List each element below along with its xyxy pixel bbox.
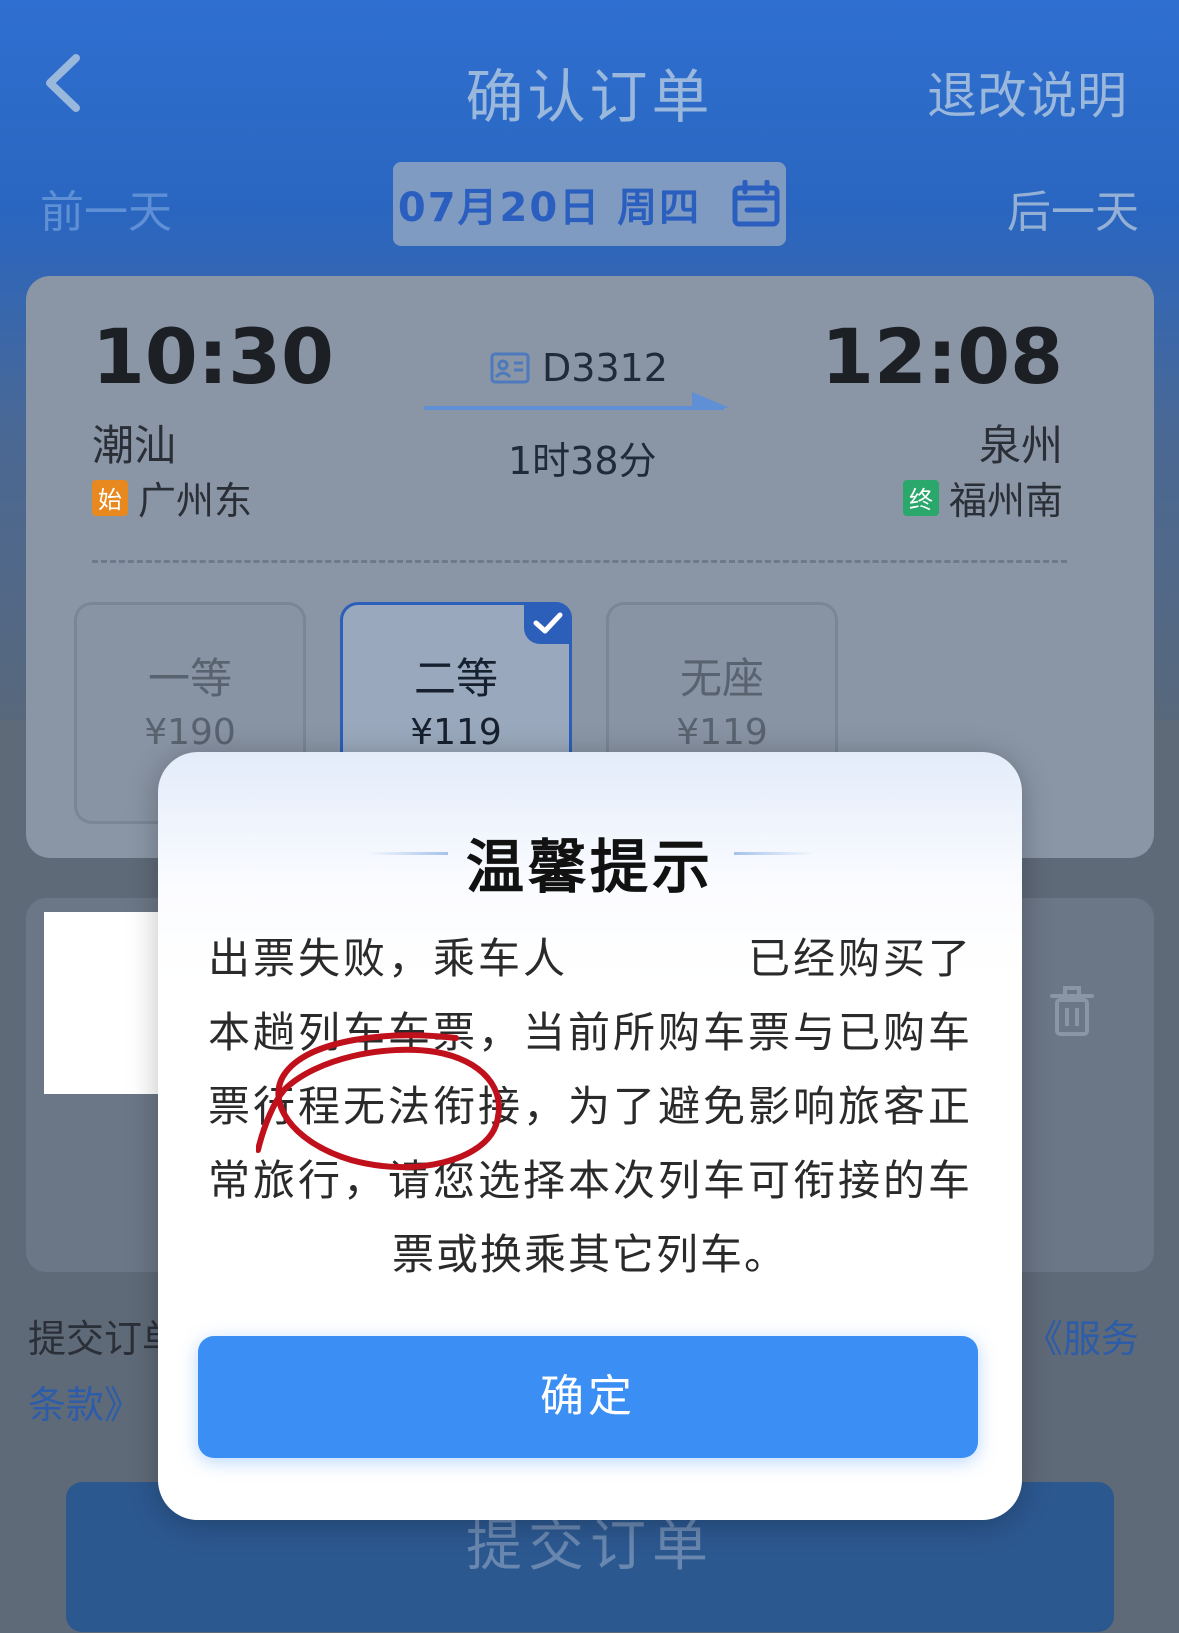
origin-station: 广州东 [138, 479, 253, 523]
selected-check-icon [524, 602, 572, 644]
arrive-station: 泉州 [978, 421, 1063, 470]
trash-icon[interactable] [1050, 986, 1094, 1036]
seat-price: ¥119 [676, 712, 768, 753]
train-number-label: D3312 [542, 346, 668, 390]
title-decoration-right [734, 852, 814, 855]
date-picker[interactable]: 07月20日 周四 [393, 162, 786, 246]
terminal-station-row: 终 福州南 [902, 470, 1063, 525]
seat-name: 一等 [147, 654, 232, 703]
next-day-button[interactable]: 后一天 [1007, 176, 1139, 240]
train-number[interactable]: D3312 [490, 346, 668, 390]
divider [92, 560, 1067, 563]
refund-policy-link[interactable]: 退改说明 [927, 56, 1127, 128]
seat-name: 二等 [413, 654, 498, 703]
seat-name: 无座 [679, 654, 764, 703]
terminal-tag: 终 [902, 479, 939, 516]
depart-time: 10:30 [92, 312, 334, 401]
date-label: 07月20日 周四 [397, 185, 702, 231]
prev-day-button[interactable]: 前一天 [40, 176, 172, 240]
terminal-station: 福州南 [948, 479, 1063, 523]
confirm-button[interactable]: 确定 [198, 1336, 978, 1458]
dialog-title: 温馨提示 [465, 833, 714, 901]
seat-price: ¥190 [144, 712, 236, 753]
terms-link[interactable]: 《服务 [1025, 1308, 1139, 1363]
direction-arrow-icon [424, 392, 730, 410]
seat-price: ¥119 [410, 712, 502, 753]
depart-station: 潮汕 [92, 421, 177, 470]
origin-station-row: 始 广州东 [92, 470, 252, 525]
id-card-icon [490, 352, 530, 384]
red-annotation-circle [256, 1032, 502, 1171]
calendar-icon [732, 180, 780, 227]
terms-link-continued[interactable]: 条款》 [28, 1374, 142, 1429]
origin-tag: 始 [92, 479, 128, 516]
arrive-time: 12:08 [821, 312, 1063, 401]
trip-duration: 1时38分 [508, 439, 657, 483]
